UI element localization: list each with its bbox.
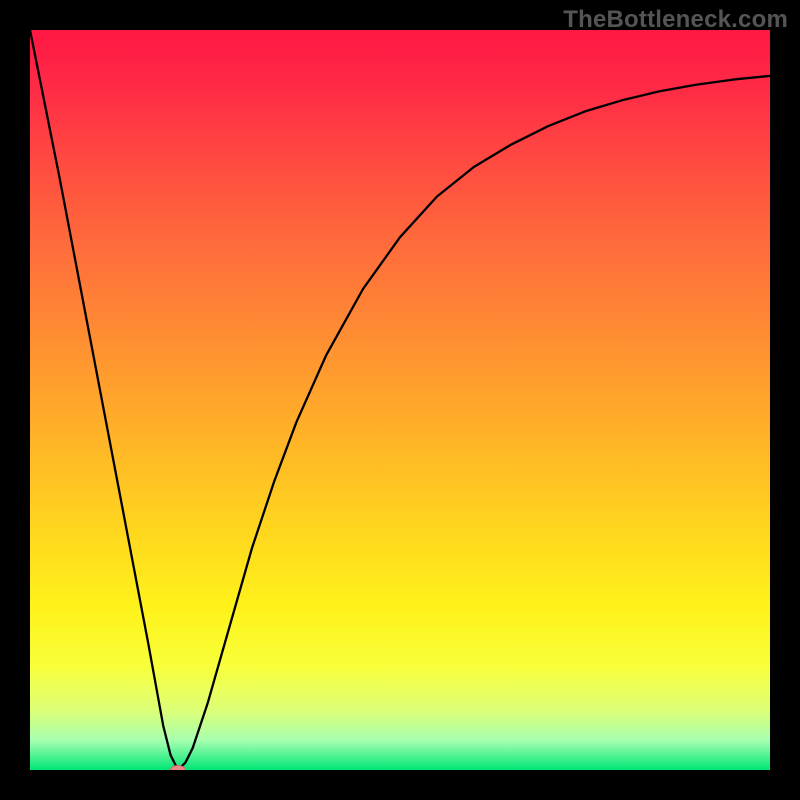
plot-area: [30, 30, 770, 770]
bottleneck-chart: TheBottleneck.com: [0, 0, 800, 800]
chart-svg: [30, 30, 770, 770]
gradient-background: [30, 30, 770, 770]
